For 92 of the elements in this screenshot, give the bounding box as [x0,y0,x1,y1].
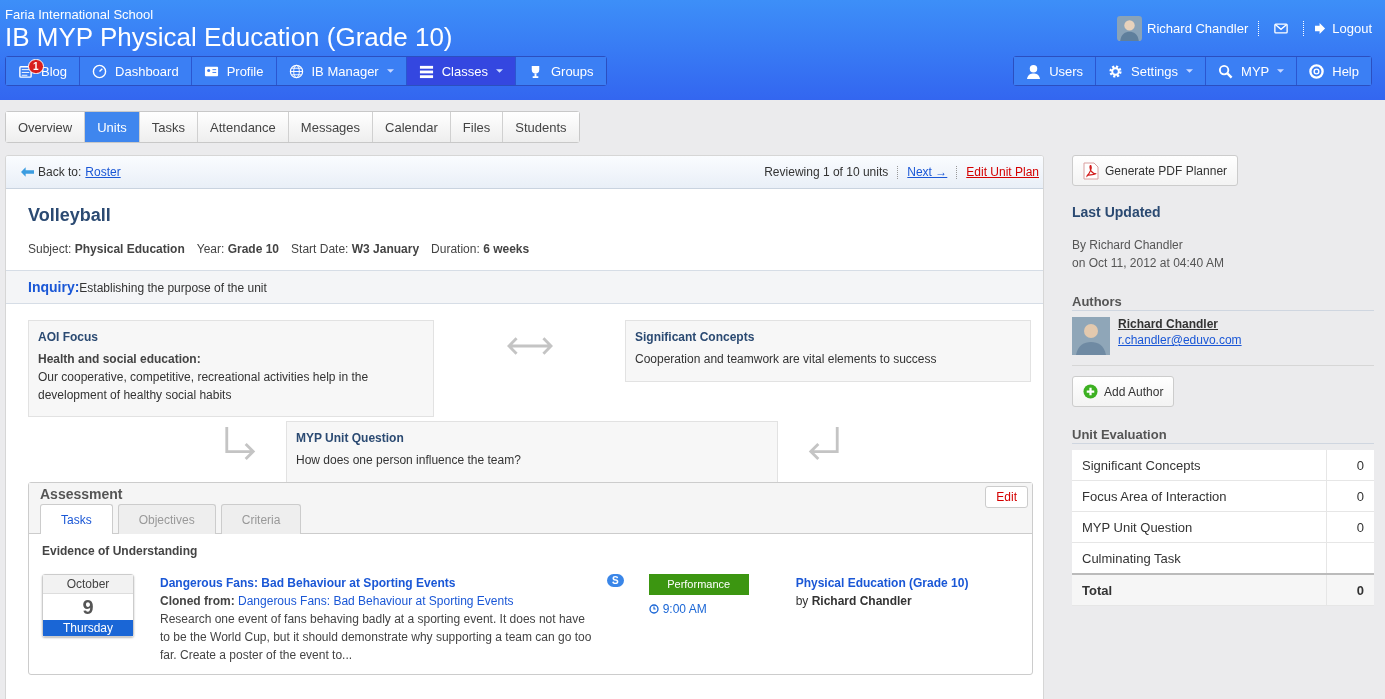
card-title: Significant Concepts [635,329,756,346]
updated-by: By Richard Chandler [1072,237,1184,254]
table-cell: 0 [1326,450,1374,481]
back-arrow-icon [21,167,34,177]
section-tab[interactable]: Students [503,112,579,142]
unit-meta: Duration: 6 weeks [431,242,530,256]
card-text: How does one person influence the team? [296,452,522,469]
next-link[interactable]: Next → [907,165,948,179]
class-link[interactable]: Physical Education (Grade 10) [795,574,969,592]
turn-arrow-icon [807,425,841,463]
table-cell: MYP Unit Question [1072,511,1327,543]
table-cell: Significant Concepts [1072,450,1327,481]
turn-arrow-icon [223,425,257,463]
nav-button[interactable]: MYP [1206,57,1298,85]
table-cell: Total [1072,574,1327,606]
nav-button[interactable]: Users [1014,57,1097,85]
roster-link[interactable]: Roster [85,165,121,179]
nav-button[interactable]: IB Manager [276,57,407,85]
updated-heading: Last Updated [1072,204,1162,220]
mail-icon[interactable] [1274,23,1289,34]
stack-icon [418,63,434,79]
task-author: by Richard Chandler [795,593,913,610]
assessment-tab[interactable]: Tasks [40,504,113,534]
task-title-link[interactable]: Dangerous Fans: Bad Behaviour at Sporting Events [160,574,595,592]
card-title: MYP Unit Question [296,430,405,447]
table-cell: 0 [1326,574,1374,606]
add-icon [1083,384,1098,399]
logout-link[interactable]: Logout [1314,21,1372,36]
section-tab[interactable]: Calendar [373,112,451,142]
inquiry-text: Establishing the purpose of the unit [79,281,267,295]
dashboard-icon [92,63,108,79]
logout-icon [1314,23,1328,34]
nav-button[interactable]: Settings [1096,57,1207,85]
card-text: Our cooperative, competitive, recreational activities help in the development of healthy social habits [38,369,370,404]
cloned-label: Cloned from: [160,594,235,608]
nav-button[interactable]: Help [1297,57,1371,85]
pdf-icon [1083,161,1099,180]
task-type-tag: Performance [648,574,749,595]
date-day: 9 [43,594,133,620]
inquiry-label: Inquiry: [28,279,80,295]
edit-plan-link[interactable]: Edit Unit Plan [966,165,1039,179]
newspaper-icon [18,63,33,79]
unit-title: Volleyball [28,205,112,226]
card-title: AOI Focus [38,329,99,346]
table-cell: Focus Area of Interaction [1072,480,1327,512]
nav-button[interactable]: Groups [515,57,606,85]
lifebuoy-icon [1309,63,1325,79]
author-email-link[interactable]: r.chandler@eduvo.com [1118,333,1242,347]
section-tab[interactable]: Units [85,112,140,142]
author-name-link[interactable]: Richard Chandler [1118,317,1242,331]
cloned-link[interactable]: Dangerous Fans: Bad Behaviour at Sporting Events [238,594,514,608]
add-author-button[interactable]: Add Author [1072,376,1175,407]
table-cell: 0 [1326,511,1374,543]
nav-button[interactable]: Dashboard [80,57,192,85]
authors-heading: Authors [1072,294,1374,311]
review-count: Reviewing 1 of 10 units [764,165,889,179]
nav-button[interactable]: Classes [406,57,516,85]
section-tab[interactable]: Tasks [139,112,199,142]
double-arrow-icon [506,336,553,356]
section-tab[interactable]: Messages [288,112,374,142]
unit-meta: Start Date: W3 January [291,242,420,256]
search-icon [1218,63,1234,79]
task-badge: S [607,574,624,587]
unit-meta: Year: Grade 10 [196,242,280,256]
task-time: 9:00 AM [662,602,707,616]
table-cell: 0 [1326,480,1374,512]
card-subtitle: Health and social education: [38,351,202,368]
avatar-icon [1117,16,1143,41]
section-tab[interactable]: Files [450,112,504,142]
evidence-heading: Evidence of Understanding [42,544,199,558]
evaluation-heading: Unit Evaluation [1072,427,1374,444]
user-icon [1026,63,1042,79]
card-text: Cooperation and teamwork are vital elements to success [635,351,938,368]
task-description: Research one event of fans behaving badly at a sporting event. It does not have to be the World Cup, but it should demonstrate why supporting a team can go too far. Create a poster of the event to... [160,611,593,664]
unit-meta: Subject: Physical Education [28,242,185,256]
updated-date: on Oct 11, 2012 at 04:40 AM [1072,255,1225,272]
course-title: IB MYP Physical Education (Grade 10) [5,22,453,52]
back-label: Back to: [38,165,82,179]
nav-button[interactable]: Profile [191,57,277,85]
school-name: Faria International School [5,7,155,22]
user-link[interactable]: Richard Chandler [1147,21,1249,36]
globe-icon [288,63,304,79]
avatar-icon [1072,317,1110,355]
assessment-title: Assessment [40,486,124,502]
date-month: October [43,575,133,594]
section-tab[interactable]: Overview [6,112,86,142]
pdf-button[interactable]: Generate PDF Planner [1072,155,1239,186]
settings-icon [1108,63,1124,79]
clock-icon [648,604,659,614]
section-tab[interactable]: Attendance [198,112,289,142]
date-weekday: Thursday [43,620,133,636]
edit-button[interactable]: Edit [985,486,1028,508]
